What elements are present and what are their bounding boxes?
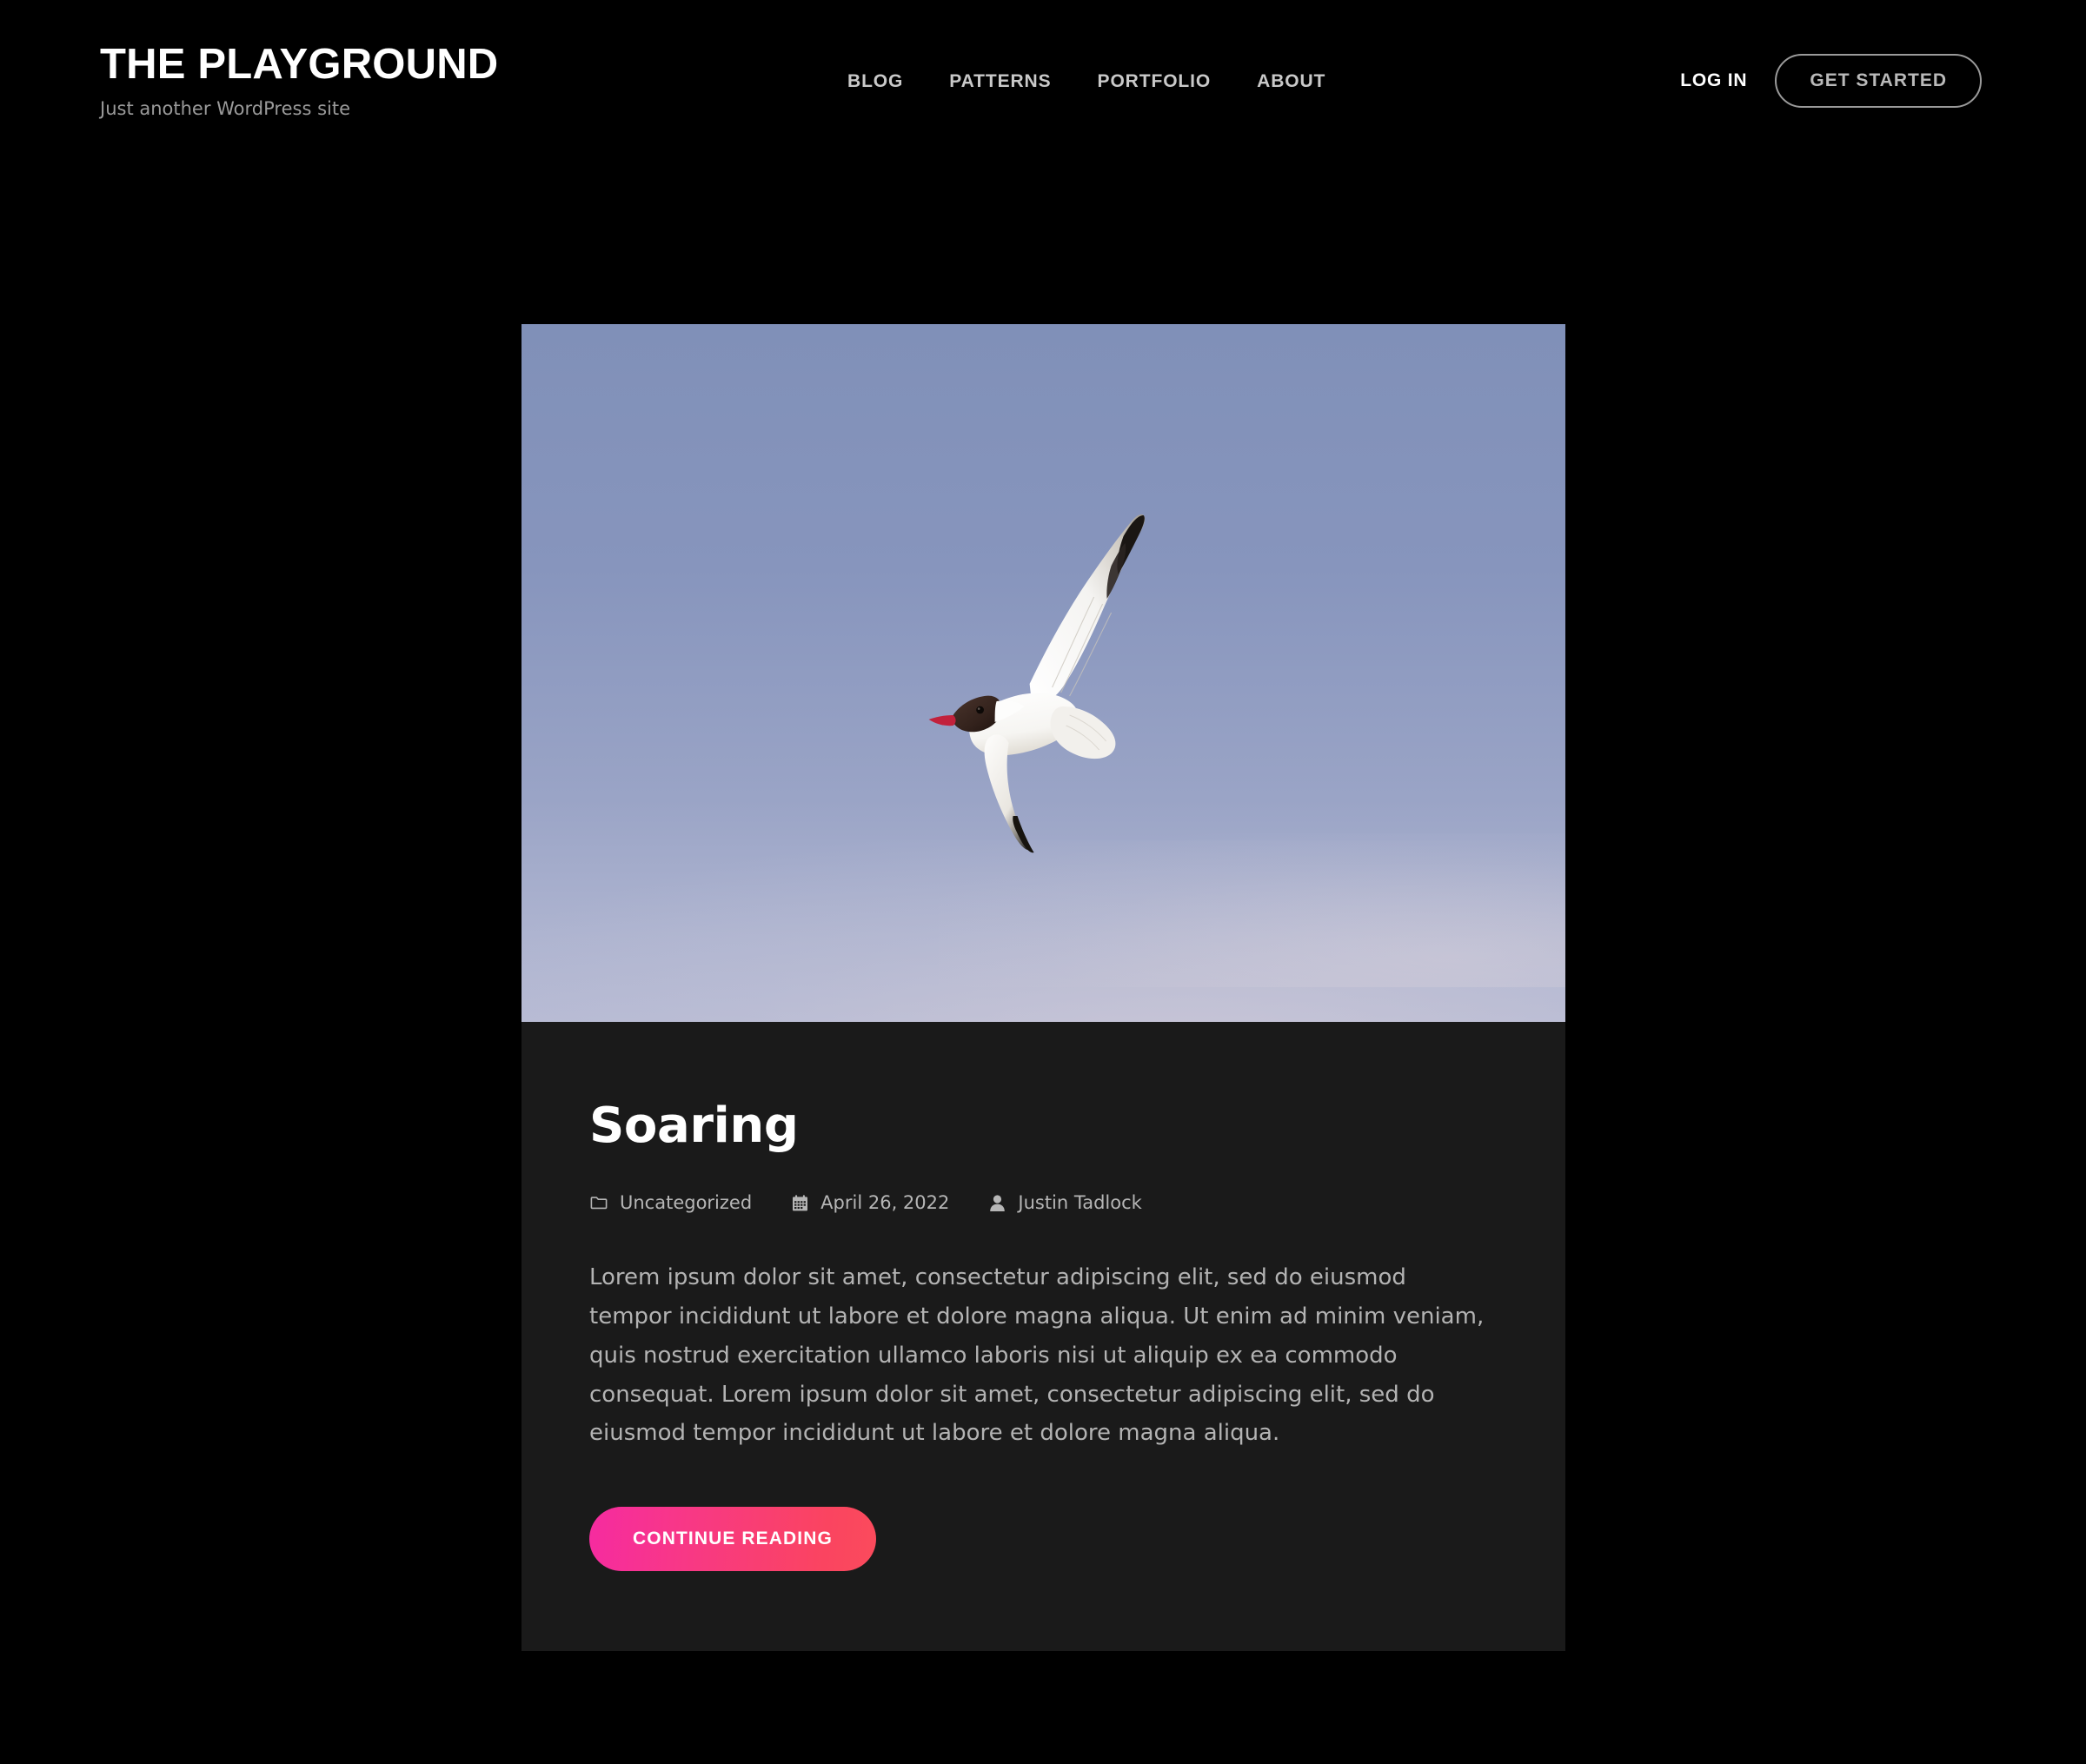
nav-item-about[interactable]: ABOUT <box>1257 71 1325 92</box>
post-date: April 26, 2022 <box>790 1192 949 1213</box>
primary-navigation: BLOG PATTERNS PORTFOLIO ABOUT <box>847 71 1325 92</box>
log-in-link[interactable]: LOG IN <box>1680 70 1747 91</box>
site-title[interactable]: THE PLAYGROUND <box>100 42 498 88</box>
nav-item-portfolio[interactable]: PORTFOLIO <box>1098 71 1212 92</box>
post-meta: Uncategorized April 26, 2022 Justin Tadl… <box>589 1192 1498 1213</box>
post-category-label: Uncategorized <box>620 1192 753 1214</box>
post-category[interactable]: Uncategorized <box>589 1192 752 1213</box>
site-header: THE PLAYGROUND Just another WordPress si… <box>0 0 2086 174</box>
nav-item-patterns[interactable]: PATTERNS <box>949 71 1051 92</box>
post-author[interactable]: Justin Tadlock <box>987 1192 1142 1214</box>
folder-icon <box>589 1193 608 1212</box>
continue-reading-button[interactable]: CONTINUE READING <box>589 1506 876 1571</box>
nav-item-blog[interactable]: BLOG <box>847 71 903 92</box>
gull-illustration <box>899 482 1177 865</box>
user-icon <box>987 1193 1006 1212</box>
post-excerpt: Lorem ipsum dolor sit amet, consectetur … <box>589 1264 1485 1447</box>
get-started-button[interactable]: GET STARTED <box>1775 54 1982 108</box>
post-card: Soaring Uncategorized April 26, 2022 Jus… <box>522 324 1565 1651</box>
featured-image[interactable] <box>522 324 1565 1022</box>
site-tagline: Just another WordPress site <box>100 97 351 119</box>
calendar-icon <box>790 1193 809 1212</box>
post-body: Soaring Uncategorized April 26, 2022 Jus… <box>522 1022 1565 1651</box>
post-date-label: April 26, 2022 <box>820 1192 950 1214</box>
post-title[interactable]: Soaring <box>589 1098 1498 1154</box>
post-author-label: Justin Tadlock <box>1018 1192 1142 1214</box>
site-branding: THE PLAYGROUND Just another WordPress si… <box>100 42 498 121</box>
header-actions: LOG IN GET STARTED <box>1680 54 1982 108</box>
